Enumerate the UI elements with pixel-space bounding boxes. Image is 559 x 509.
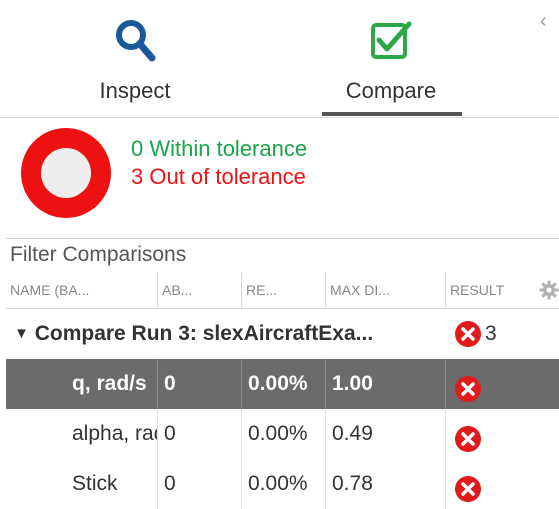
signal-name: alpha, rad [6, 409, 158, 459]
column-header-abs-tol[interactable]: AB... [158, 272, 242, 308]
result-cell [446, 459, 559, 509]
abs-tol-value: 0 [158, 459, 242, 509]
fail-icon [455, 371, 481, 409]
rel-tol-value: 0.00% [242, 359, 326, 409]
rel-tol-value: 0.00% [242, 409, 326, 459]
column-header-rel-tol[interactable]: RE... [242, 272, 326, 308]
tab-compare[interactable]: Compare [318, 0, 464, 118]
max-diff-value: 1.00 [326, 359, 446, 409]
within-tolerance-label: 0 Within tolerance [131, 136, 308, 161]
result-cell [446, 359, 559, 409]
column-headers: NAME (BA... AB... RE... MAX DI... RESULT [6, 272, 559, 309]
group-label: Compare Run 3: slexAircraftExa... [34, 322, 374, 345]
rel-tol-value: 0.00% [242, 459, 326, 509]
signal-name: q, rad/s [6, 359, 158, 409]
max-diff-value: 0.78 [326, 459, 446, 509]
result-cell [446, 409, 559, 459]
filter-comparisons-input[interactable] [6, 239, 550, 270]
filter-box [6, 238, 559, 273]
abs-tol-value: 0 [158, 409, 242, 459]
group-fail-count: 3 [485, 322, 497, 345]
fail-icon [455, 471, 481, 509]
column-header-name[interactable]: NAME (BA... [6, 272, 158, 308]
donut-hole [41, 148, 91, 198]
active-tab-indicator [322, 112, 462, 116]
tolerance-summary: 0 Within tolerance 3 Out of tolerance [0, 118, 559, 236]
tab-compare-label: Compare [345, 78, 437, 103]
caret-down-icon[interactable]: ▼ [14, 325, 29, 342]
table-row[interactable]: alpha, rad 0 0.00% 0.49 [6, 409, 559, 459]
fail-icon [455, 421, 481, 459]
toolstrip: Inspect Compare ‹ [0, 0, 559, 118]
gear-icon[interactable] [539, 280, 559, 300]
out-of-tolerance-label: 3 Out of tolerance [131, 164, 306, 189]
tolerance-donut-chart [21, 128, 111, 218]
tab-inspect-label: Inspect [99, 78, 171, 103]
max-diff-value: 0.49 [326, 409, 446, 459]
comparison-group-row[interactable]: ▼ Compare Run 3: slexAircraftExa... 3 [6, 309, 559, 359]
search-icon [114, 18, 156, 69]
abs-tol-value: 0 [158, 359, 242, 409]
column-header-max-diff[interactable]: MAX DI... [326, 272, 446, 308]
chevron-left-icon[interactable]: ‹ [540, 10, 547, 33]
signal-name: Stick [6, 459, 158, 509]
table-row[interactable]: Stick 0 0.00% 0.78 [6, 459, 559, 509]
tab-inspect[interactable]: Inspect [75, 0, 195, 118]
fail-icon [455, 321, 481, 352]
table-row[interactable]: q, rad/s 0 0.00% 1.00 [6, 359, 559, 409]
checkbox-icon [369, 18, 413, 69]
